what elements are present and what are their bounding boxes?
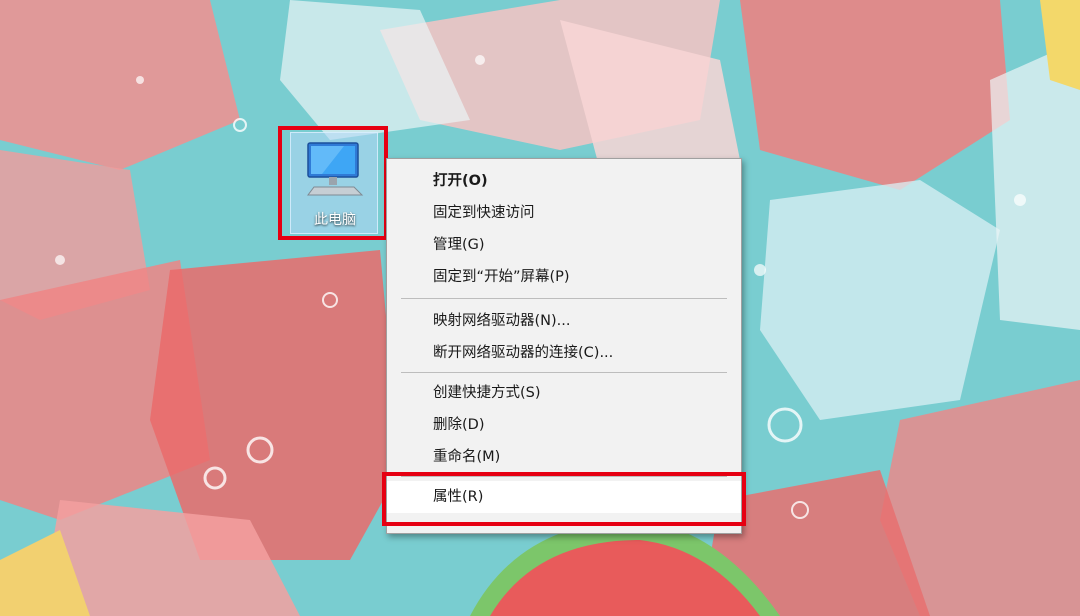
menu-separator [401, 372, 727, 373]
menu-item-map-network-drive[interactable]: 映射网络驱动器(N)... [387, 305, 741, 337]
icon-highlight-box [278, 126, 388, 240]
menu-item-manage[interactable]: 管理(G) [387, 229, 741, 261]
menu-item-disconnect-network-drive[interactable]: 断开网络驱动器的连接(C)... [387, 337, 741, 369]
menu-item-open[interactable]: 打开(O) [387, 165, 741, 197]
properties-highlight-box [382, 472, 746, 526]
menu-item-pin-start[interactable]: 固定到“开始”屏幕(P) [387, 261, 741, 293]
menu-item-pin-quick-access[interactable]: 固定到快速访问 [387, 197, 741, 229]
menu-item-create-shortcut[interactable]: 创建快捷方式(S) [387, 377, 741, 409]
menu-item-delete[interactable]: 删除(D) [387, 409, 741, 441]
menu-separator [401, 298, 727, 299]
menu-item-rename[interactable]: 重命名(M) [387, 441, 741, 473]
